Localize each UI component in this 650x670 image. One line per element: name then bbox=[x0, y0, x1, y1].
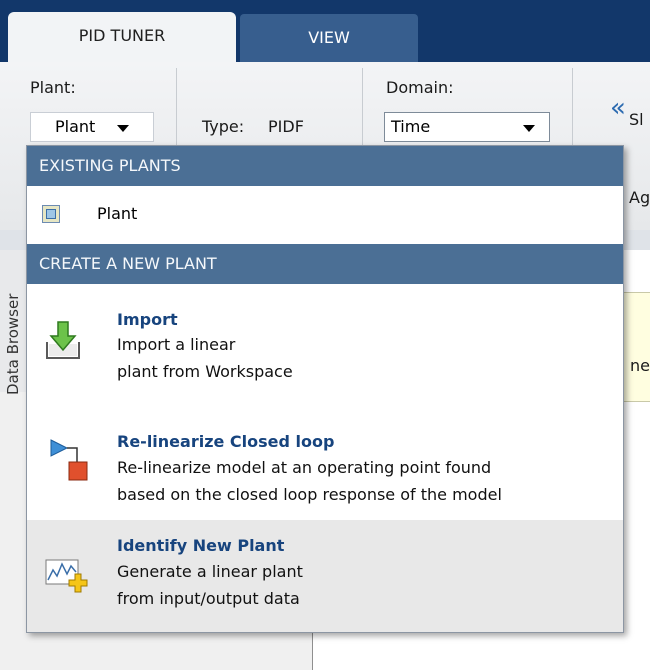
import-arrow-icon bbox=[46, 321, 80, 359]
tab-view[interactable]: VIEW bbox=[240, 14, 418, 64]
existing-plant-label: Plant bbox=[97, 204, 138, 223]
info-banner-text: ne bbox=[630, 356, 650, 375]
identify-title: Identify New Plant bbox=[117, 536, 285, 555]
existing-plant-item[interactable]: Plant bbox=[27, 186, 623, 244]
type-value: PIDF bbox=[268, 117, 304, 136]
tab-strip: PID TUNER VIEW bbox=[0, 0, 650, 64]
plant-dropdown-menu: EXISTING PLANTS Plant CREATE A NEW PLANT… bbox=[26, 145, 624, 633]
cut-off-button-label: Ag bbox=[629, 188, 650, 207]
cut-off-button-label: Sl bbox=[629, 110, 644, 129]
import-desc-line-1: Import a linear bbox=[117, 335, 236, 354]
relinearize-desc-line-1: Re-linearize model at an operating point… bbox=[117, 458, 492, 477]
import-plant-item[interactable]: Import Import a linear plant from Worksp… bbox=[27, 284, 623, 404]
collapse-toolstrip-icon[interactable]: « bbox=[610, 95, 626, 121]
import-title: Import bbox=[117, 310, 178, 329]
plant-label: Plant: bbox=[30, 78, 76, 97]
identify-plant-icon bbox=[45, 559, 88, 593]
existing-plants-header: EXISTING PLANTS bbox=[27, 146, 623, 186]
data-browser-tab[interactable]: Data Browser bbox=[4, 294, 22, 395]
relinearize-icon bbox=[50, 439, 88, 481]
chevron-down-icon bbox=[117, 125, 129, 132]
relinearize-desc-line-2: based on the closed loop response of the… bbox=[117, 485, 502, 504]
create-new-plant-header: CREATE A NEW PLANT bbox=[27, 244, 623, 284]
tab-pid-tuner[interactable]: PID TUNER bbox=[8, 12, 236, 62]
identify-desc-line-2: from input/output data bbox=[117, 589, 300, 608]
domain-select[interactable]: Time bbox=[384, 112, 550, 142]
domain-select-value: Time bbox=[391, 117, 431, 136]
chevron-down-icon bbox=[523, 125, 535, 132]
identify-desc-line-1: Generate a linear plant bbox=[117, 562, 303, 581]
plant-model-icon bbox=[42, 205, 60, 223]
plant-button-label: Plant bbox=[55, 117, 96, 136]
domain-label: Domain: bbox=[386, 78, 454, 97]
identify-new-plant-item[interactable]: Identify New Plant Generate a linear pla… bbox=[27, 520, 623, 632]
plant-dropdown-button[interactable]: Plant bbox=[30, 112, 154, 142]
type-label: Type: bbox=[202, 117, 245, 136]
import-desc-line-2: plant from Workspace bbox=[117, 362, 293, 381]
relinearize-title: Re-linearize Closed loop bbox=[117, 432, 335, 451]
relinearize-closed-loop-item[interactable]: Re-linearize Closed loop Re-linearize mo… bbox=[27, 404, 623, 520]
